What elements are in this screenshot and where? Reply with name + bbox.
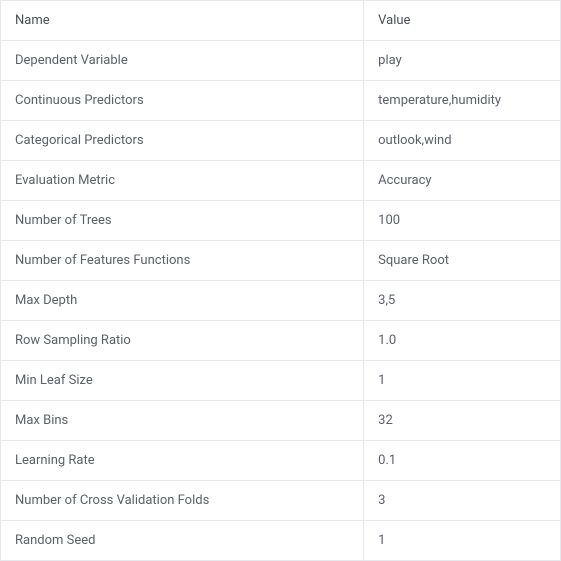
param-value: 1	[364, 361, 561, 401]
param-value: Square Root	[364, 241, 561, 281]
table-row: Min Leaf Size 1	[1, 361, 561, 401]
param-value: temperature,humidity	[364, 81, 561, 121]
param-name: Max Depth	[1, 281, 364, 321]
table-row: Max Bins 32	[1, 401, 561, 441]
table-row: Dependent Variable play	[1, 41, 561, 81]
table-row: Continuous Predictors temperature,humidi…	[1, 81, 561, 121]
param-name: Dependent Variable	[1, 41, 364, 81]
param-name: Continuous Predictors	[1, 81, 364, 121]
param-value: 1.0	[364, 321, 561, 361]
table-row: Random Seed 1	[1, 521, 561, 561]
table-row: Evaluation Metric Accuracy	[1, 161, 561, 201]
param-name: Learning Rate	[1, 441, 364, 481]
table-header-row: Name Value	[1, 1, 561, 41]
table-row: Number of Trees 100	[1, 201, 561, 241]
table-row: Categorical Predictors outlook,wind	[1, 121, 561, 161]
param-value: outlook,wind	[364, 121, 561, 161]
param-name: Categorical Predictors	[1, 121, 364, 161]
param-name: Row Sampling Ratio	[1, 321, 364, 361]
param-name: Evaluation Metric	[1, 161, 364, 201]
param-value: 32	[364, 401, 561, 441]
param-value: play	[364, 41, 561, 81]
param-name: Number of Features Functions	[1, 241, 364, 281]
param-name: Max Bins	[1, 401, 364, 441]
param-name: Min Leaf Size	[1, 361, 364, 401]
table-row: Number of Cross Validation Folds 3	[1, 481, 561, 521]
param-value: Accuracy	[364, 161, 561, 201]
table-row: Max Depth 3,5	[1, 281, 561, 321]
param-value: 1	[364, 521, 561, 561]
parameters-table: Name Value Dependent Variable play Conti…	[0, 0, 561, 561]
table-row: Learning Rate 0.1	[1, 441, 561, 481]
table-row: Row Sampling Ratio 1.0	[1, 321, 561, 361]
table-row: Number of Features Functions Square Root	[1, 241, 561, 281]
param-name: Number of Cross Validation Folds	[1, 481, 364, 521]
param-value: 100	[364, 201, 561, 241]
param-value: 3	[364, 481, 561, 521]
table-body: Dependent Variable play Continuous Predi…	[1, 41, 561, 561]
param-value: 3,5	[364, 281, 561, 321]
column-header-value: Value	[364, 1, 561, 41]
param-name: Number of Trees	[1, 201, 364, 241]
param-value: 0.1	[364, 441, 561, 481]
column-header-name: Name	[1, 1, 364, 41]
param-name: Random Seed	[1, 521, 364, 561]
